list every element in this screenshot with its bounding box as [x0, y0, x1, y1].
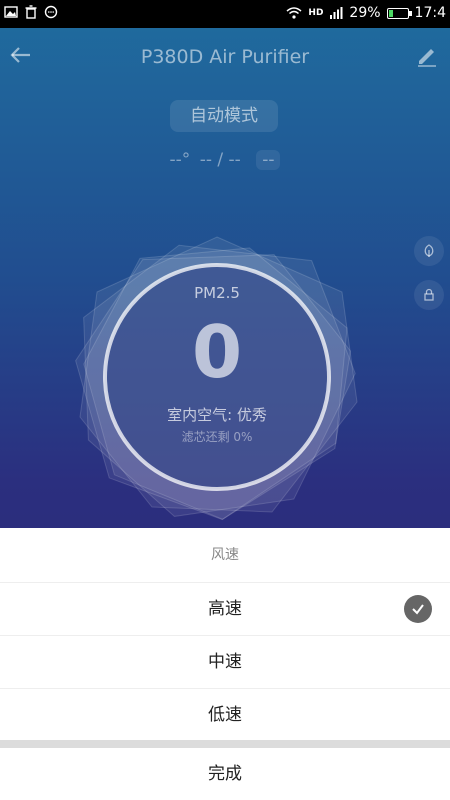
network-label: HD [308, 8, 324, 18]
filter-remaining-text: 滤芯还剩 0% [181, 430, 253, 444]
status-bar: HD 29% 17:4 [0, 0, 450, 28]
pm25-gauge: PM2.5 0 室内空气: 优秀 滤芯还剩 0% [72, 232, 362, 522]
mode-button[interactable]: 自动模式 [170, 100, 278, 132]
wifi-icon [286, 7, 302, 19]
environment-extra: -- [256, 150, 281, 170]
option-high-speed[interactable]: 高速 [0, 583, 450, 636]
humidity-value: -- / -- [199, 150, 241, 170]
battery-percent: 29% [349, 5, 381, 21]
battery-icon [386, 7, 412, 19]
clock: 17:4 [414, 5, 446, 21]
trash-icon [25, 5, 37, 19]
signal-icon [330, 7, 343, 19]
leaf-icon [424, 244, 434, 257]
sheet-divider [0, 740, 450, 748]
app-header: P380D Air Purifier [0, 28, 450, 86]
done-button[interactable]: 完成 [0, 748, 450, 800]
option-label: 高速 [208, 599, 242, 619]
lock-icon [424, 288, 434, 301]
option-label: 低速 [208, 705, 242, 725]
page-title: P380D Air Purifier [140, 46, 310, 68]
option-label: 中速 [208, 652, 242, 672]
option-medium-speed[interactable]: 中速 [0, 636, 450, 689]
pm-value: 0 [191, 310, 243, 394]
pm-label: PM2.5 [194, 284, 240, 302]
app-screen: HD 29% 17:4 P380D Air Purifier 自动模式 --° [0, 0, 450, 800]
back-arrow-icon[interactable] [8, 42, 34, 68]
air-quality-text: 室内空气: 优秀 [167, 406, 267, 424]
timer-button[interactable] [414, 236, 444, 266]
chat-icon [44, 5, 58, 19]
image-icon [4, 6, 18, 18]
edit-pencil-icon[interactable] [414, 42, 440, 68]
selected-check-icon [404, 595, 432, 623]
temperature-value: --° [169, 150, 191, 170]
environment-row: --° -- / -- -- [0, 150, 450, 170]
sheet-title: 风速 [0, 528, 450, 583]
lock-button[interactable] [414, 280, 444, 310]
option-low-speed[interactable]: 低速 [0, 689, 450, 742]
